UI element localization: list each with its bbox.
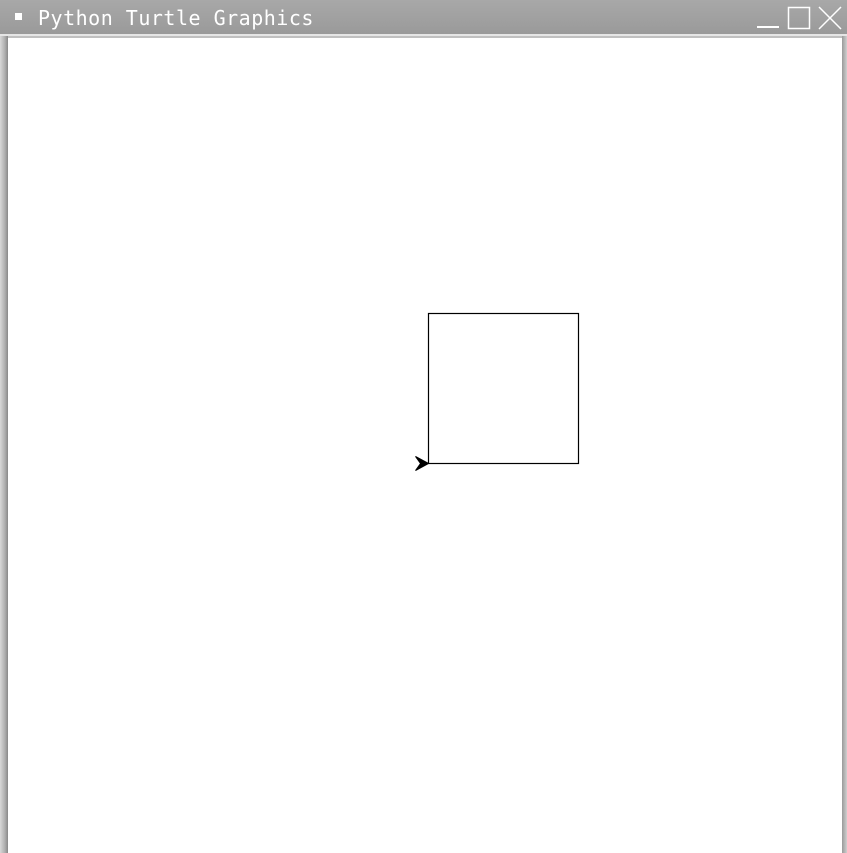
- canvas-drawing: [415, 312, 580, 471]
- window-menu-icon[interactable]: [15, 13, 22, 20]
- close-icon[interactable]: [818, 6, 842, 30]
- window-title: Python Turtle Graphics: [38, 6, 314, 30]
- window-frame-right: [842, 36, 847, 853]
- window-frame-left: [0, 36, 8, 853]
- turtle-window: Python Turtle Graphics: [0, 0, 847, 853]
- minimize-icon[interactable]: [756, 6, 780, 30]
- turtle-arrow-icon: [415, 456, 430, 471]
- turtle-canvas[interactable]: [8, 38, 842, 853]
- drawn-square: [427, 312, 580, 465]
- maximize-icon[interactable]: [787, 6, 811, 30]
- title-bar[interactable]: Python Turtle Graphics: [0, 0, 847, 36]
